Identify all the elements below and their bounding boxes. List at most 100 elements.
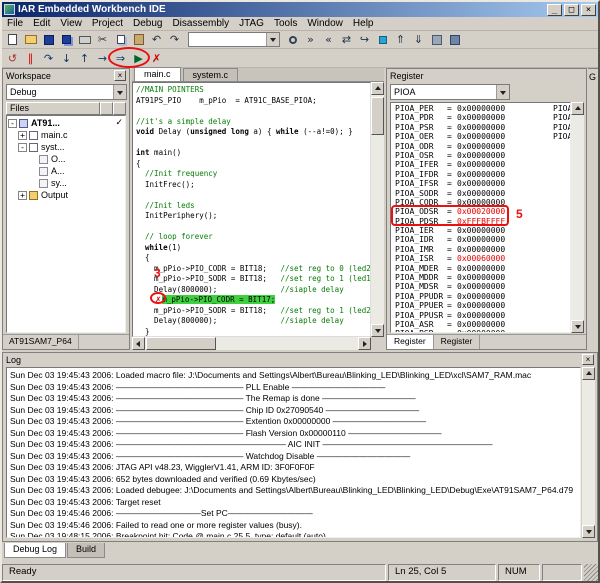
register-row[interactable]: PIOA_CODR=0x00000000	[395, 198, 570, 207]
register-row[interactable]: PIOA_ODSR=0x00020000	[395, 207, 570, 216]
code-line[interactable]: int main()	[136, 148, 370, 159]
find-input[interactable]	[189, 34, 263, 46]
scroll-up-icon[interactable]	[582, 367, 595, 380]
undo-icon[interactable]: ↶	[148, 32, 165, 48]
code-line[interactable]: Delay(800000); //siaple delay	[136, 316, 370, 327]
files-column-header[interactable]: Files	[6, 102, 100, 115]
find-next-icon[interactable]: »	[302, 32, 319, 48]
open-file-icon[interactable]	[22, 32, 39, 48]
collapse-icon[interactable]: -	[8, 119, 17, 128]
register-row[interactable]: PIOA_BSR=0x00000000	[395, 329, 570, 333]
compile-icon[interactable]	[428, 32, 445, 48]
code-line[interactable]: //Init leds	[136, 201, 370, 212]
code-line[interactable]: void Delay (unsigned long a) { while (--…	[136, 127, 370, 138]
break-icon[interactable]: ∥	[22, 50, 39, 66]
make-icon[interactable]	[446, 32, 463, 48]
close-button[interactable]: ×	[581, 4, 596, 16]
menu-project[interactable]: Project	[87, 18, 128, 29]
maximize-button[interactable]: □	[564, 4, 579, 16]
code-line[interactable]: Delay(800000); //siaple delay	[136, 285, 370, 296]
chevron-down-icon[interactable]	[266, 33, 279, 46]
register-row[interactable]: PIOA_OSR=0x00000000	[395, 151, 570, 160]
register-row[interactable]: PIOA_OER=0x00000000PIOA	[395, 132, 570, 141]
register-row[interactable]: PIOA_IFSR=0x00000000	[395, 179, 570, 188]
register-row[interactable]: PIOA_MDDR=0x00000000	[395, 273, 570, 282]
register-row[interactable]: PIOA_PSR=0x00000000PIOA	[395, 123, 570, 132]
next-bookmark-icon[interactable]: ⇓	[410, 32, 427, 48]
register-row[interactable]: PIOA_PER=0x00000000PIOA	[395, 104, 570, 113]
menu-file[interactable]: File	[2, 18, 28, 29]
scroll-down-icon[interactable]	[371, 324, 384, 337]
cut-icon[interactable]: ✂	[94, 32, 111, 48]
tab-build[interactable]: Build	[67, 543, 105, 558]
step-out-icon[interactable]: ↑	[76, 50, 93, 66]
code-line[interactable]: InitFrec();	[136, 180, 370, 191]
tree-item-syst[interactable]: -syst...	[7, 141, 125, 153]
scroll-up-icon[interactable]	[371, 82, 384, 95]
close-icon[interactable]: ×	[582, 354, 594, 365]
go-icon[interactable]: ▶	[130, 50, 147, 66]
step-over-icon[interactable]: ↷	[40, 50, 57, 66]
code-line[interactable]	[136, 190, 370, 201]
register-row[interactable]: PIOA_PPUSR=0x00000000	[395, 311, 570, 320]
menu-disassembly[interactable]: Disassembly	[167, 18, 234, 29]
register-row[interactable]: PIOA_PPUER=0x00000000	[395, 301, 570, 310]
find-icon[interactable]	[284, 32, 301, 48]
code-line[interactable]: m_pPio->PIO_CODR = BIT18; //set reg to 0…	[136, 264, 370, 275]
workspace-project-tab[interactable]: AT91SAM7_P64	[3, 335, 79, 349]
code-line[interactable]: }	[136, 327, 370, 338]
new-document-icon[interactable]	[4, 32, 21, 48]
tab-debug-log[interactable]: Debug Log	[4, 543, 66, 558]
run-to-cursor-icon[interactable]: ⇒	[112, 50, 129, 66]
chevron-down-icon[interactable]	[496, 85, 509, 99]
save-icon[interactable]	[40, 32, 57, 48]
code-line[interactable]: AT91PS_PIO m_pPio = AT91C_BASE_PIOA;	[136, 96, 370, 107]
register-row[interactable]: PIOA_ODR=0x00000000	[395, 142, 570, 151]
editor-horizontal-scrollbar[interactable]	[132, 337, 371, 350]
register-row[interactable]: PIOA_IDR=0x00000000	[395, 235, 570, 244]
reset-icon[interactable]: ↺	[4, 50, 21, 66]
editor-vertical-scrollbar[interactable]	[371, 82, 384, 337]
expand-icon[interactable]: +	[18, 131, 27, 140]
goto-icon[interactable]: ↪	[356, 32, 373, 48]
code-line[interactable]: InitPeriphery();	[136, 211, 370, 222]
code-line[interactable]: {	[136, 253, 370, 264]
register-row[interactable]: PIOA_PDR=0x00000000PIOA	[395, 113, 570, 122]
replace-icon[interactable]: ⇄	[338, 32, 355, 48]
tree-item-at91[interactable]: -AT91...✓	[7, 117, 125, 129]
menu-debug[interactable]: Debug	[128, 18, 167, 29]
register-row[interactable]: PIOA_IER=0x00000000	[395, 226, 570, 235]
register-row[interactable]: PIOA_ISR=0x00060000	[395, 254, 570, 263]
scroll-up-icon[interactable]	[571, 102, 584, 115]
files-column-2[interactable]	[113, 102, 126, 115]
code-line[interactable]: {	[136, 159, 370, 170]
copy-icon[interactable]	[112, 32, 129, 48]
code-line[interactable]: m_pPio->PIO_SODR = BIT18; //set reg to 1…	[136, 274, 370, 285]
register-row[interactable]: PIOA_SODR=0x00000000	[395, 189, 570, 198]
minimize-button[interactable]: _	[547, 4, 562, 16]
stop-debugging-icon[interactable]: ✗	[148, 50, 165, 66]
register-row[interactable]: PIOA_MDSR=0x00000000	[395, 282, 570, 291]
tree-item-output[interactable]: +Output	[7, 189, 125, 201]
editor-tab-systemc[interactable]: system.c	[183, 68, 239, 81]
redo-icon[interactable]: ↷	[166, 32, 183, 48]
register-tab[interactable]: Register	[434, 335, 481, 349]
save-all-icon[interactable]	[58, 32, 75, 48]
code-line[interactable]	[136, 222, 370, 233]
register-row[interactable]: PIOA_IMR=0x00000000	[395, 245, 570, 254]
scroll-down-icon[interactable]	[582, 525, 595, 538]
close-icon[interactable]: ×	[114, 70, 126, 81]
code-line[interactable]	[136, 106, 370, 117]
menu-window[interactable]: Window	[302, 18, 348, 29]
scroll-down-icon[interactable]	[571, 320, 584, 333]
code-line[interactable]: //Init frequency	[136, 169, 370, 180]
files-column-1[interactable]	[100, 102, 113, 115]
code-area[interactable]: //MAIN POINTERSAT91PS_PIO m_pPio = AT91C…	[132, 82, 371, 337]
code-line[interactable]: //MAIN POINTERS	[136, 85, 370, 96]
register-tab[interactable]: Register	[387, 335, 434, 349]
previous-bookmark-icon[interactable]: ⇑	[392, 32, 409, 48]
tree-item-o[interactable]: O...	[7, 153, 125, 165]
code-line[interactable]: ✗m_pPio->PIO_CODR = BIT17;	[136, 295, 370, 306]
tree-item-sy[interactable]: sy...	[7, 177, 125, 189]
code-line[interactable]: //it's a simple delay	[136, 117, 370, 128]
